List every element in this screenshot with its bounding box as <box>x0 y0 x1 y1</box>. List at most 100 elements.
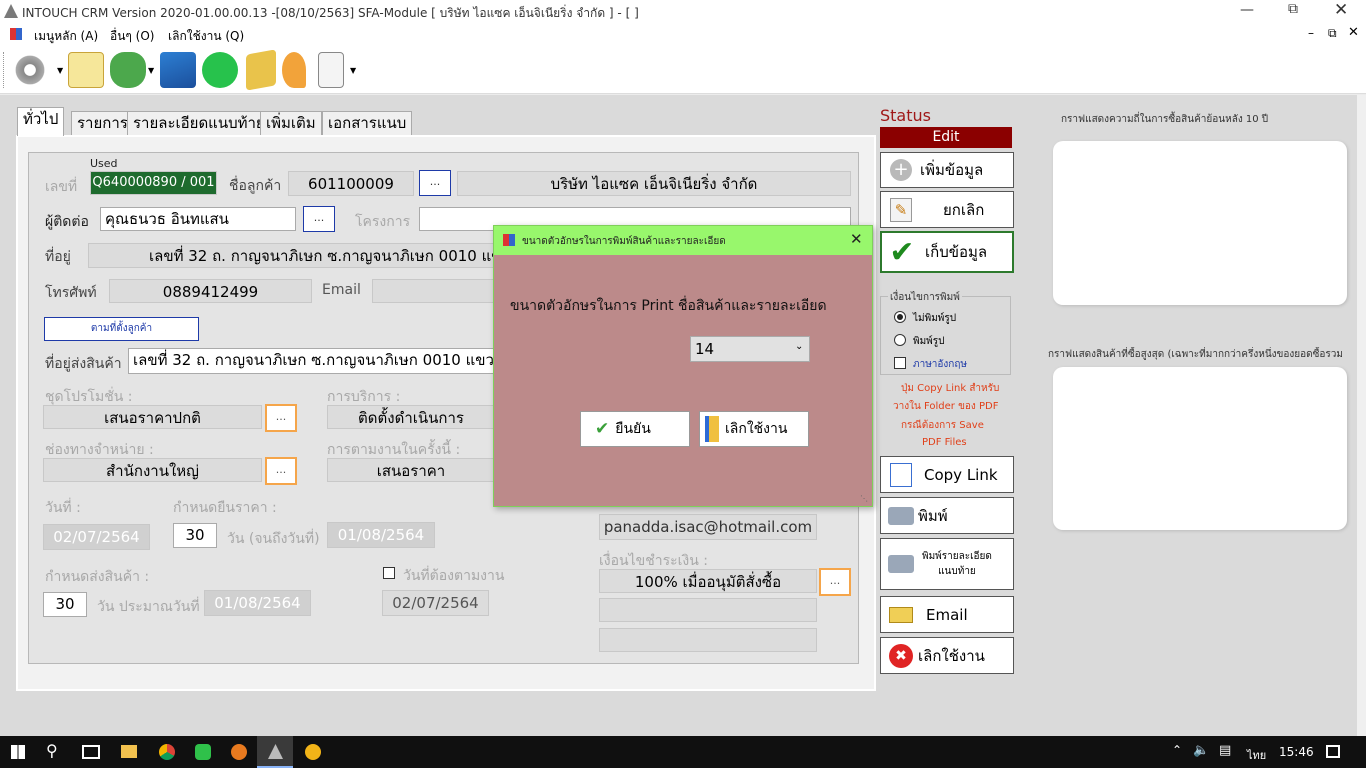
confirm-days-field[interactable]: 30 <box>173 523 217 548</box>
clock[interactable]: 15:46 <box>1279 745 1314 759</box>
menu-exit[interactable]: เลิกใช้งาน (Q) <box>168 27 244 46</box>
copy-link-note-4: PDF Files <box>922 437 967 448</box>
menu-other[interactable]: อื่นๆ (O) <box>110 27 154 46</box>
volume-icon[interactable]: 🔈 <box>1193 743 1209 758</box>
network-icon[interactable]: ▤ <box>1219 743 1231 758</box>
customer-label: ชื่อลูกค้า <box>229 178 282 194</box>
quotation-document-icon[interactable] <box>68 52 104 88</box>
exit-button[interactable]: ✖ เลิกใช้งาน <box>880 637 1014 674</box>
window-title: INTOUCH CRM Version 2020-01.00.00.13 -[0… <box>22 6 639 20</box>
vertical-scrollbar[interactable] <box>1357 95 1366 736</box>
close-circle-icon: ✖ <box>886 643 916 669</box>
tab-attachment[interactable]: เอกสารแนบ <box>322 111 413 135</box>
door-exit-icon <box>705 416 719 442</box>
payment-field: 100% เมื่ออนุมัติสั่งซื้อ <box>599 569 817 593</box>
exit-button-label: เลิกใช้งาน <box>918 646 985 665</box>
money-transfer-icon[interactable] <box>246 49 276 91</box>
search-icon[interactable]: ⚲ <box>46 741 58 760</box>
print-detail-label-1: พิมพ์รายละเอียด <box>922 551 992 562</box>
tab-extra[interactable]: เพิ่มเติม <box>260 111 322 135</box>
report-icon[interactable] <box>318 52 344 88</box>
cancel-button[interactable]: ✎ ยกเลิก <box>880 191 1014 228</box>
language-indicator[interactable]: ไทย <box>1247 746 1266 764</box>
chevron-down-icon[interactable]: ▼ <box>350 66 356 75</box>
payment-lookup-button[interactable]: ... <box>819 568 851 596</box>
copy-link-button[interactable]: Copy Link <box>880 456 1014 493</box>
copy-link-note-3: กรณีต้องการ Save <box>901 420 984 431</box>
same-as-customer-button[interactable]: ตามที่ตั้งลูกค้า <box>44 317 199 341</box>
customer-code-field[interactable]: 601100009 <box>288 171 414 196</box>
print-button[interactable]: พิมพ์ <box>880 497 1014 534</box>
dialog-ok-button[interactable]: ✔ ยืนยัน <box>580 411 690 447</box>
settings-gear-icon[interactable] <box>12 52 48 88</box>
mdi-restore-button[interactable]: ⧉ <box>1328 26 1337 41</box>
plus-circle-icon: + <box>886 157 916 183</box>
tab-general[interactable]: ทั่วไป <box>17 107 65 136</box>
save-button-label: เก็บข้อมูล <box>925 243 988 261</box>
email-button[interactable]: Email <box>880 596 1014 633</box>
pushpin-icon[interactable] <box>282 52 306 88</box>
close-button[interactable]: ✕ <box>1334 0 1348 20</box>
money-bag-icon[interactable] <box>110 52 146 88</box>
chevron-down-icon[interactable]: ▼ <box>148 66 154 75</box>
menu-main[interactable]: เมนูหลัก (A) <box>34 27 98 46</box>
check-icon: ✔ <box>595 419 610 439</box>
contact-field[interactable]: คุณธนวธ อินทแสน <box>100 207 296 231</box>
dialog-app-icon <box>503 234 515 246</box>
print-detail-label-group: พิมพ์รายละเอียด แนบท้าย <box>922 549 992 579</box>
customer-lookup-button[interactable]: ... <box>419 170 451 196</box>
dialog-close-button[interactable]: ✕ <box>850 230 863 248</box>
delivery-days-unit: วัน ประมาณวันที่ <box>97 599 200 615</box>
file-explorer-icon[interactable] <box>121 745 137 758</box>
whatsapp-icon[interactable] <box>202 52 238 88</box>
minimize-button[interactable]: — <box>1240 2 1254 18</box>
confirm-label: กำหนดยืนราคา : <box>173 500 277 516</box>
mdi-minimize-button[interactable]: – <box>1308 26 1314 40</box>
followup-date-checkbox[interactable] <box>383 567 395 579</box>
date-label: วันที่ : <box>45 500 81 516</box>
promo-lookup-button[interactable]: ... <box>265 404 297 432</box>
english-checkbox[interactable] <box>894 357 906 369</box>
tab-detail[interactable]: รายละเอียดแนบท้าย <box>127 111 271 135</box>
chevron-down-icon[interactable]: ▼ <box>57 66 63 75</box>
with-image-radio[interactable] <box>894 334 906 346</box>
printer-icon <box>886 503 916 529</box>
pencil-note-icon: ✎ <box>886 197 916 223</box>
tray-chevron-up-icon[interactable]: ⌃ <box>1172 743 1182 757</box>
ship-address-field[interactable]: เลขที่ 32 ถ. กาญจนาภิเษก ซ.กาญจนาภิเษก 0… <box>128 348 502 374</box>
chrome-icon[interactable] <box>159 744 175 760</box>
font-size-dialog: ขนาดตัวอักษรในการพิมพ์สินค้าและรายละเอีย… <box>493 225 873 507</box>
tab-items[interactable]: รายการ <box>71 111 134 135</box>
channel-lookup-button[interactable]: ... <box>265 457 297 485</box>
followup-date-label: วันที่ต้องตามงาน <box>403 568 505 584</box>
contact-lookup-button[interactable]: ... <box>303 206 335 232</box>
add-button[interactable]: + เพิ่มข้อมูล <box>880 152 1014 188</box>
task-view-icon[interactable] <box>82 745 100 759</box>
cancel-button-label: ยกเลิก <box>943 200 985 219</box>
resize-grip-icon[interactable]: ⋱ <box>860 494 868 503</box>
notification-icon[interactable] <box>1326 745 1340 758</box>
yellow-app-icon[interactable] <box>305 744 321 760</box>
chart-monitor-icon[interactable] <box>160 52 196 88</box>
no-image-label: ไม่พิมพ์รูป <box>913 313 957 324</box>
chart1-title: กราฟแสดงความถี่ในการซื้อสินค้าย้อนหลัง 1… <box>1061 114 1269 125</box>
save-button[interactable]: ✔ เก็บข้อมูล <box>880 231 1014 273</box>
line-app-icon[interactable] <box>195 744 211 760</box>
english-label: ภาษาอังกฤษ <box>913 359 968 370</box>
chevron-down-icon: ⌄ <box>795 341 804 352</box>
followup-date-field: 02/07/2564 <box>382 590 489 616</box>
maximize-button[interactable]: ⧉ <box>1288 1 1298 17</box>
address-label: ที่อยู่ <box>45 249 71 265</box>
payment-extra-field-2 <box>599 628 817 652</box>
windows-start-icon[interactable] <box>11 745 25 759</box>
dialog-cancel-label: เลิกใช้งาน <box>725 421 788 437</box>
print-detail-button[interactable]: พิมพ์รายละเอียด แนบท้าย <box>880 538 1014 590</box>
mdi-close-button[interactable]: ✕ <box>1348 25 1359 40</box>
no-image-radio[interactable] <box>894 311 906 323</box>
dialog-cancel-button[interactable]: เลิกใช้งาน <box>699 411 809 447</box>
font-size-select[interactable]: 14 ⌄ <box>690 336 810 362</box>
chart2-panel <box>1053 367 1347 530</box>
delivery-days-field[interactable]: 30 <box>43 592 87 617</box>
chart1-panel <box>1053 141 1347 305</box>
basketball-app-icon[interactable] <box>231 744 247 760</box>
